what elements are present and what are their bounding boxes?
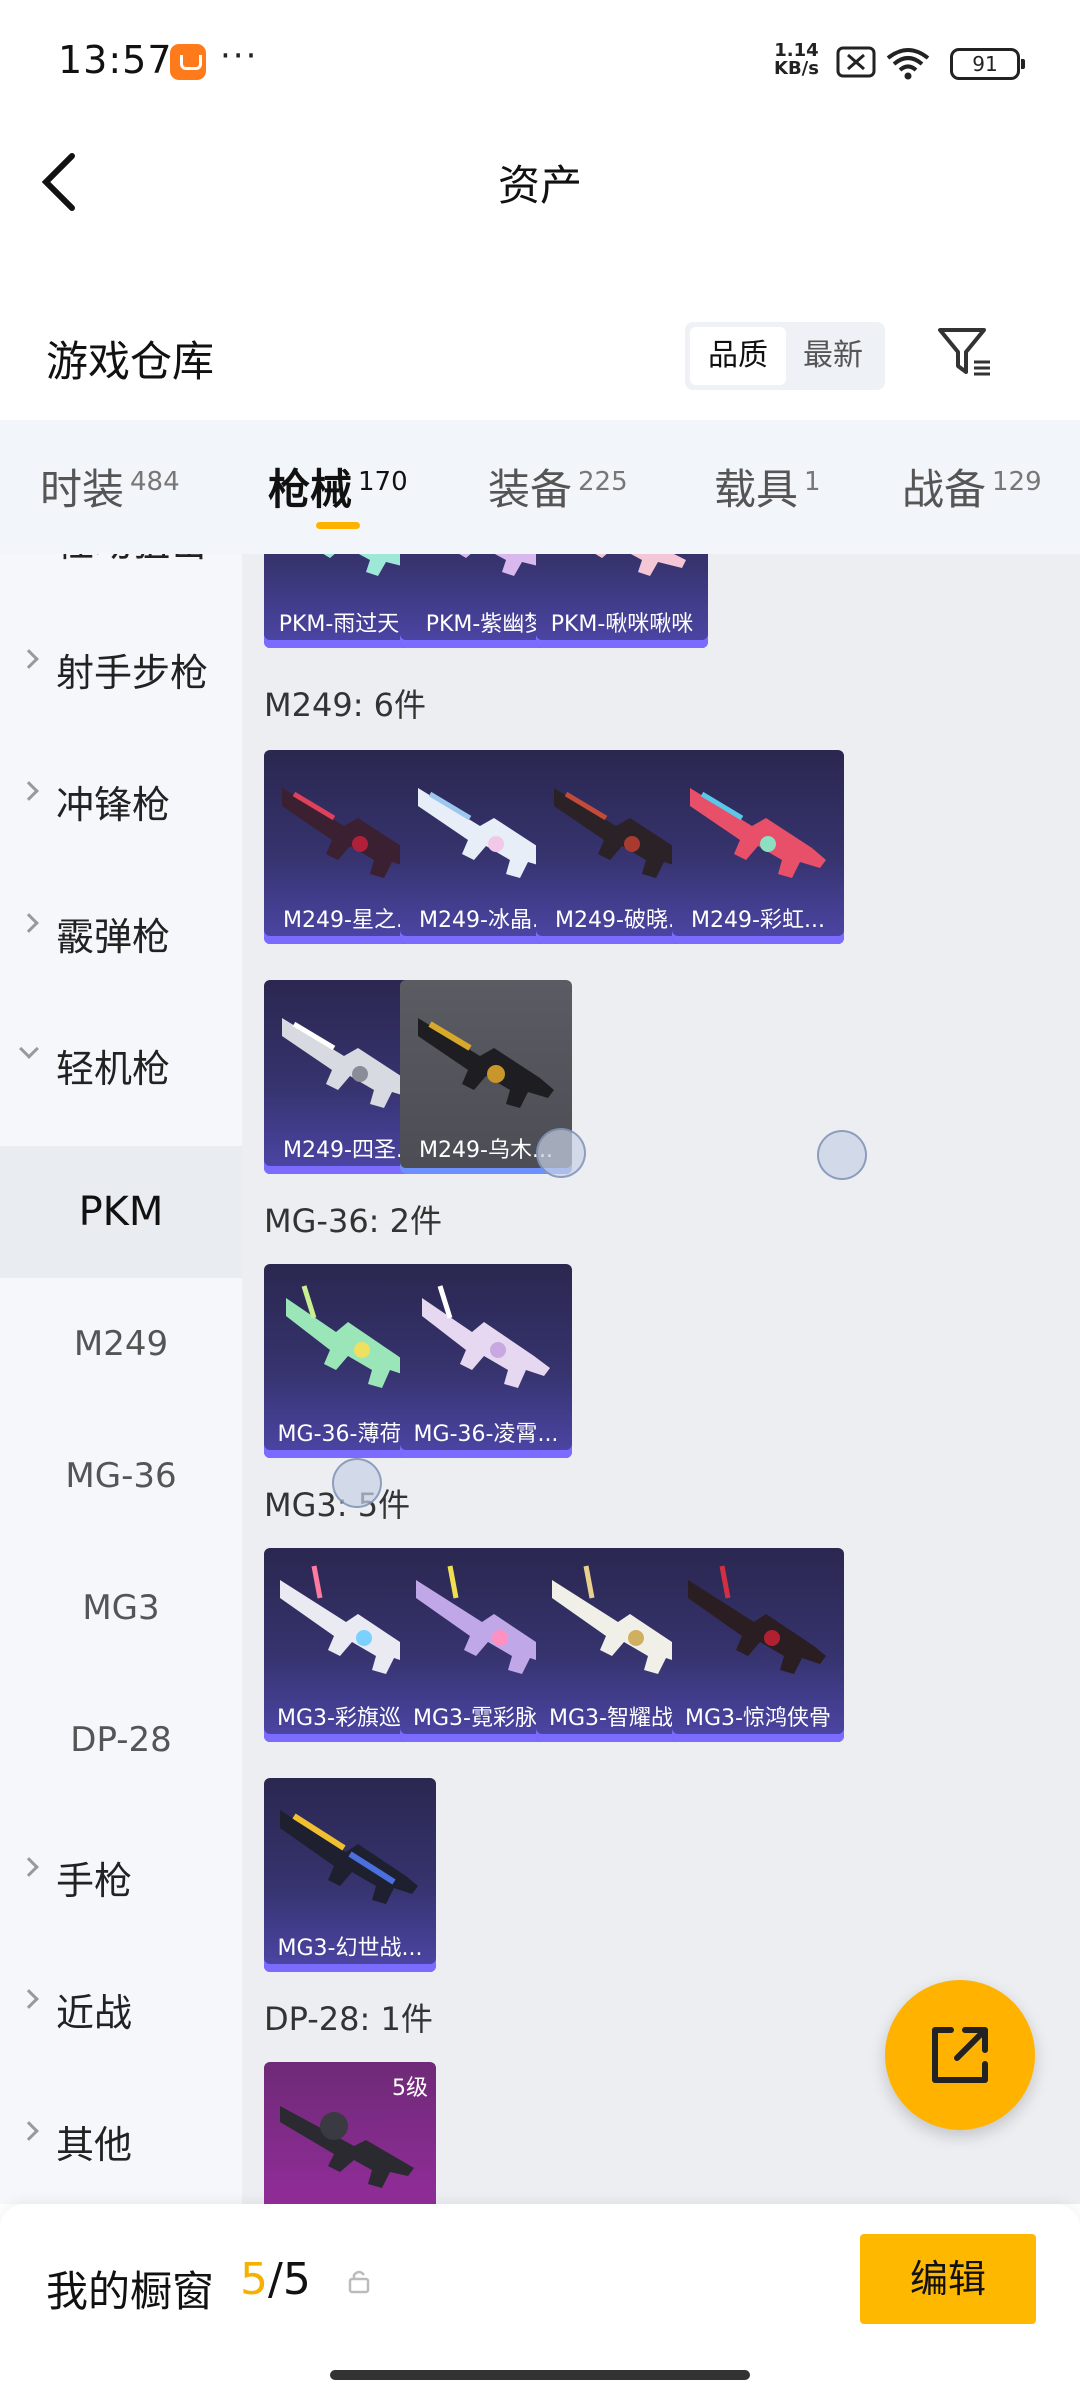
filter-button[interactable] bbox=[934, 322, 994, 382]
lock-icon[interactable] bbox=[346, 2268, 372, 2294]
tab-vehicles[interactable]: 载具 1 bbox=[714, 456, 821, 516]
home-indicator[interactable] bbox=[330, 2370, 750, 2380]
battery-icon: 91 bbox=[950, 48, 1025, 80]
tab-label: 战备 bbox=[902, 465, 987, 514]
group-title-dp28: DP-28: 1件 bbox=[264, 2000, 433, 2038]
sidebar-sub-pkm[interactable]: PKM bbox=[0, 1146, 242, 1278]
tab-supplies[interactable]: 战备 129 bbox=[902, 456, 1042, 516]
active-tab-indicator bbox=[316, 522, 360, 529]
tab-label: 时装 bbox=[40, 465, 125, 514]
tab-count: 129 bbox=[992, 467, 1042, 497]
chevron-right-icon bbox=[19, 649, 39, 669]
machine-gun-image bbox=[280, 2106, 414, 2188]
sort-newest-button[interactable]: 最新 bbox=[785, 327, 881, 385]
chevron-right-icon bbox=[19, 1857, 39, 1877]
sidebar-item-other[interactable]: 其他 bbox=[0, 2072, 242, 2204]
group-title-mg36: MG-36: 2件 bbox=[264, 1202, 442, 1240]
chevron-right-icon bbox=[19, 2121, 39, 2141]
sort-toggle: 品质 最新 bbox=[685, 322, 885, 390]
sidebar-item-label: 栓动狙击 bbox=[56, 554, 208, 567]
showcase-count-separator: / bbox=[268, 2254, 283, 2305]
chevron-right-icon bbox=[19, 781, 39, 801]
showcase-count-total: 5 bbox=[282, 2254, 311, 2305]
machine-gun-image bbox=[690, 788, 826, 878]
category-tabbar: 时装 484 枪械 170 装备 225 载具 1 战备 129 bbox=[0, 420, 1080, 554]
weapon-card-label: M249-彩虹... bbox=[691, 908, 825, 933]
section-title: 游戏仓库 bbox=[46, 337, 215, 386]
speed-unit: KB/s bbox=[774, 58, 819, 79]
status-time: 13:57 bbox=[58, 38, 173, 82]
tab-equipment[interactable]: 装备 225 bbox=[488, 456, 628, 516]
tab-count: 484 bbox=[130, 467, 180, 497]
tab-label: 载具 bbox=[714, 465, 799, 514]
touch-indicator bbox=[817, 1130, 867, 1180]
sidebar-item-smg[interactable]: 冲锋枪 bbox=[0, 732, 242, 864]
tab-count: 170 bbox=[358, 467, 408, 497]
more-notifications-icon: ··· bbox=[220, 36, 259, 76]
sidebar-item-label: 轻机枪 bbox=[56, 1047, 171, 1091]
chevron-right-icon bbox=[19, 1989, 39, 2009]
weapon-card[interactable]: MG3-惊鸿侠骨 bbox=[672, 1548, 844, 1742]
weapon-card[interactable]: M249-彩虹... bbox=[672, 750, 844, 944]
sidebar-item-bolt-sniper[interactable]: 栓动狙击 bbox=[0, 554, 242, 602]
showcase-label: 我的橱窗 bbox=[46, 2267, 215, 2316]
sidebar-sub-dp28[interactable]: DP-28 bbox=[0, 1674, 242, 1806]
share-icon bbox=[932, 2027, 988, 2083]
sidebar-sub-mg36[interactable]: MG-36 bbox=[0, 1410, 242, 1542]
weapon-card[interactable]: PKM-啾咪啾咪 bbox=[536, 554, 708, 648]
sort-quality-button[interactable]: 品质 bbox=[690, 327, 786, 385]
weapon-card-label: PKM-啾咪啾咪 bbox=[550, 612, 694, 637]
status-icons bbox=[836, 44, 946, 88]
sidebar-item-label: 霰弹枪 bbox=[56, 915, 171, 959]
sidebar-sub-m249[interactable]: M249 bbox=[0, 1278, 242, 1410]
weapon-grid[interactable]: PKM-雨过天青 PKM-紫幽梦 PKM-啾咪啾咪 M249: 6件 M249-… bbox=[242, 554, 1080, 2204]
weapon-card[interactable]: MG-36-凌霄... bbox=[400, 1264, 572, 1458]
sidebar-item-melee[interactable]: 近战 bbox=[0, 1940, 242, 2072]
chevron-down-icon bbox=[19, 1039, 39, 1059]
showcase-count: 5/5 bbox=[240, 2254, 311, 2305]
sidebar-item-shotgun[interactable]: 霰弹枪 bbox=[0, 864, 242, 996]
showcase-count-current: 5 bbox=[240, 2254, 268, 2305]
rifle-image bbox=[595, 554, 686, 576]
page-title: 资产 bbox=[497, 161, 582, 210]
sidebar-sub-mg3[interactable]: MG3 bbox=[0, 1542, 242, 1674]
sidebar-item-label: 射手步枪 bbox=[56, 651, 209, 695]
rifle-image bbox=[422, 1285, 550, 1388]
weapon-card[interactable]: 5级 bbox=[264, 2062, 436, 2204]
touch-indicator bbox=[332, 1458, 382, 1508]
tab-firearms[interactable]: 枪械 170 bbox=[268, 456, 408, 516]
share-fab-button[interactable] bbox=[885, 1980, 1035, 2130]
sidebar-item-label: 冲锋枪 bbox=[56, 783, 171, 827]
machine-gun-image bbox=[688, 1565, 826, 1674]
machine-gun-image bbox=[418, 1018, 554, 1108]
tab-fashion[interactable]: 时装 484 bbox=[40, 456, 180, 516]
wifi-icon bbox=[886, 48, 930, 80]
sim-disabled-icon bbox=[836, 46, 876, 78]
tab-label: 装备 bbox=[488, 465, 573, 514]
weapon-card-label: MG3-惊鸿侠骨 bbox=[685, 1706, 831, 1731]
shopping-app-icon bbox=[170, 44, 206, 80]
weapon-card-label: MG-36-凌霄... bbox=[413, 1422, 559, 1447]
touch-indicator bbox=[536, 1128, 586, 1178]
tab-count: 1 bbox=[804, 467, 821, 497]
weapon-card[interactable]: MG3-幻世战... bbox=[264, 1778, 436, 1972]
edit-button[interactable]: 编辑 bbox=[860, 2234, 1036, 2324]
chevron-right-icon bbox=[19, 913, 39, 933]
network-speed: 1.14 KB/s bbox=[774, 42, 819, 78]
tab-label: 枪械 bbox=[268, 465, 353, 514]
filter-icon bbox=[938, 328, 990, 376]
sidebar-item-label: 近战 bbox=[56, 1991, 133, 2035]
tab-count: 225 bbox=[578, 467, 628, 497]
sidebar-item-lmg[interactable]: 轻机枪 bbox=[0, 996, 242, 1128]
weapon-card-label: MG3-幻世战... bbox=[277, 1936, 423, 1961]
sidebar-item-pistol[interactable]: 手枪 bbox=[0, 1808, 242, 1940]
sidebar-item-label: 其他 bbox=[56, 2123, 133, 2167]
machine-gun-image bbox=[280, 1810, 418, 1904]
group-title-m249: M249: 6件 bbox=[264, 686, 427, 724]
sidebar-item-dmr[interactable]: 射手步枪 bbox=[0, 600, 242, 732]
sidebar-item-label: 手枪 bbox=[56, 1859, 133, 1903]
category-sidebar[interactable]: 栓动狙击 射手步枪 冲锋枪 霰弹枪 轻机枪 PKM M249 MG-36 MG3… bbox=[0, 554, 242, 2204]
